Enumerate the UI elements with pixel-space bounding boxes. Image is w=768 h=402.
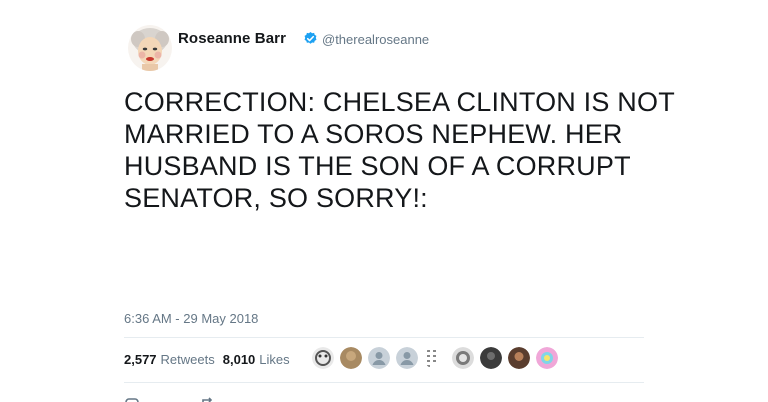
likes-stat[interactable]: 8,010 Likes <box>223 352 290 367</box>
tweet-timestamp[interactable]: 6:36 AM - 29 May 2018 <box>124 311 258 326</box>
user-handle[interactable]: @therealroseanne <box>322 32 429 47</box>
tweet-stats: 2,577 Retweets 8,010 Likes <box>124 352 298 367</box>
tweet-text: CORRECTION: CHELSEA CLINTON IS NOT MARRI… <box>124 86 684 214</box>
liker-avatar[interactable] <box>368 347 390 369</box>
retweets-count: 2,577 <box>124 352 157 367</box>
divider <box>124 382 644 383</box>
tweet-card: Roseanne Barr @therealroseanne CORRECTIO… <box>0 0 768 402</box>
liker-avatar[interactable] <box>396 347 418 369</box>
liker-avatar[interactable] <box>340 347 362 369</box>
retweets-label: Retweets <box>160 352 215 367</box>
tweet-text-line: CORRECTION: CHELSEA CLINTON IS NOT <box>124 87 675 117</box>
tweet-text-line: HUSBAND IS THE SON OF A CORRUPT <box>124 151 631 181</box>
liker-avatar[interactable] <box>480 347 502 369</box>
liker-avatars <box>312 347 564 369</box>
reply-icon[interactable] <box>124 394 140 402</box>
liker-avatar[interactable] <box>536 347 558 369</box>
liker-avatar[interactable] <box>452 347 474 369</box>
likes-count: 8,010 <box>222 352 256 367</box>
tweet-text-line: SENATOR, SO SORRY!: <box>124 183 428 213</box>
avatar[interactable] <box>128 25 172 71</box>
display-name[interactable]: Roseanne Barr <box>178 30 286 47</box>
likes-label: Likes <box>259 352 290 367</box>
tweet-text-line: MARRIED TO A SOROS NEPHEW. HER <box>124 119 623 149</box>
retweet-icon[interactable] <box>200 394 216 402</box>
verified-badge-icon <box>303 31 318 46</box>
tweet-actions <box>124 394 276 402</box>
liker-avatar[interactable] <box>312 347 334 369</box>
liker-avatar[interactable] <box>424 347 446 369</box>
liker-avatar[interactable] <box>508 347 530 369</box>
divider <box>124 337 644 338</box>
retweets-stat[interactable]: 2,577 Retweets <box>124 352 215 367</box>
